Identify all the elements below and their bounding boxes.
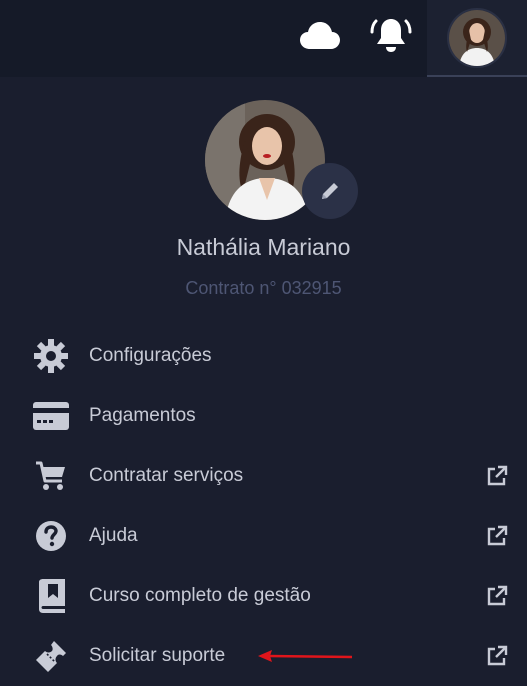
cart-icon: [32, 457, 70, 495]
top-bar: [0, 0, 527, 77]
external-link-icon: [487, 585, 508, 606]
cloud-icon[interactable]: [298, 14, 342, 58]
gear-icon: [32, 337, 70, 375]
avatar: [447, 7, 507, 68]
contract-number: Contrato n° 032915: [185, 278, 342, 298]
profile-name: Nathália Mariano: [176, 234, 351, 260]
menu-item-curso-gestao[interactable]: Curso completo de gestão: [0, 566, 527, 626]
user-menu-button[interactable]: [427, 0, 527, 77]
menu-item-configuracoes[interactable]: Configurações: [0, 326, 527, 386]
external-link-icon: [487, 645, 508, 666]
ticket-icon: [32, 637, 70, 675]
menu-item-label: Contratar serviços: [89, 465, 244, 486]
question-circle-icon: [32, 517, 70, 555]
menu-item-label: Configurações: [89, 345, 212, 366]
menu-item-label: Ajuda: [89, 525, 138, 546]
annotation-arrow-icon: [258, 650, 353, 662]
book-icon: [32, 577, 70, 615]
edit-photo-button[interactable]: [302, 163, 358, 219]
bell-icon[interactable]: [369, 14, 413, 58]
menu-item-label: Solicitar suporte: [89, 645, 226, 666]
profile-menu: Configurações Pagamentos Contratar servi…: [0, 326, 527, 686]
pencil-icon: [322, 183, 338, 199]
external-link-icon: [487, 525, 508, 546]
menu-item-ajuda[interactable]: Ajuda: [0, 506, 527, 566]
menu-item-pagamentos[interactable]: Pagamentos: [0, 386, 527, 446]
menu-item-contratar-servicos[interactable]: Contratar serviços: [0, 446, 527, 506]
external-link-icon: [487, 465, 508, 486]
credit-card-icon: [32, 397, 70, 435]
menu-item-label: Pagamentos: [89, 405, 196, 426]
menu-item-label: Curso completo de gestão: [89, 585, 311, 606]
